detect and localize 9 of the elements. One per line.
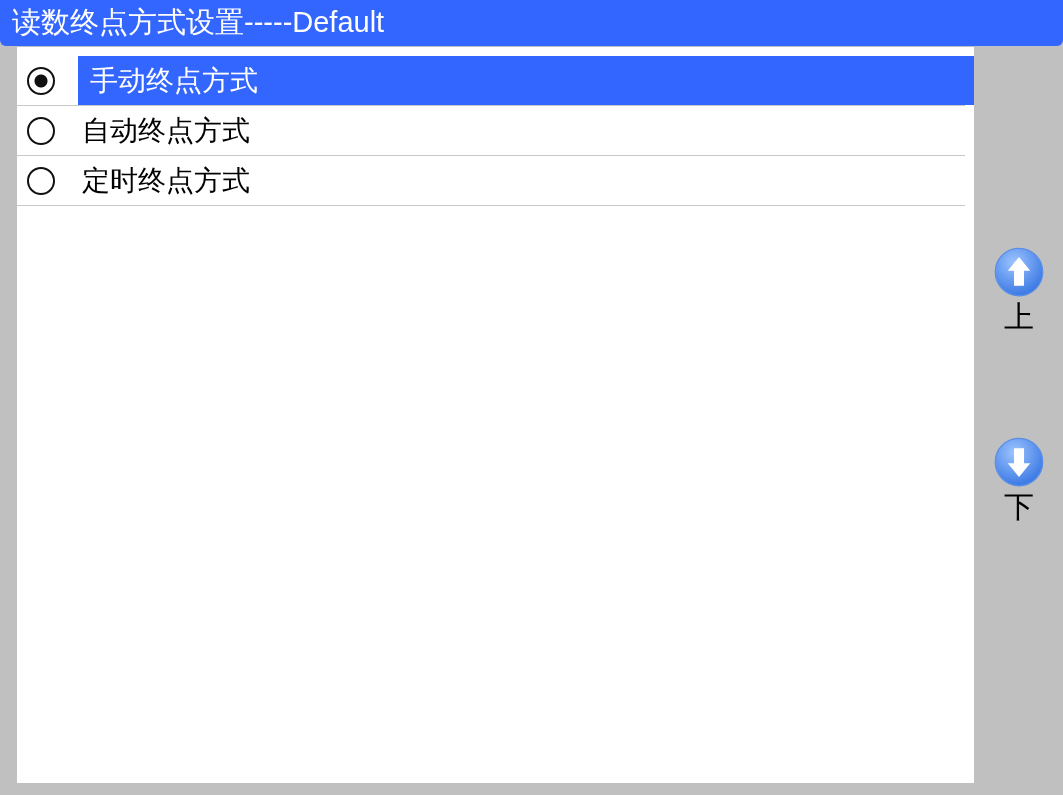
radio-button[interactable] — [27, 116, 55, 145]
scroll-up-button[interactable]: 上 — [993, 247, 1044, 337]
option-label[interactable]: 自动终点方式 — [78, 106, 974, 155]
option-label[interactable]: 手动终点方式 — [78, 56, 974, 105]
radio-button[interactable] — [27, 166, 55, 195]
option-label[interactable]: 定时终点方式 — [78, 156, 974, 205]
window-title: 读数终点方式设置-----Default — [12, 5, 385, 40]
scroll-down-button[interactable]: 下 — [993, 437, 1044, 527]
radio-button[interactable] — [27, 66, 55, 95]
